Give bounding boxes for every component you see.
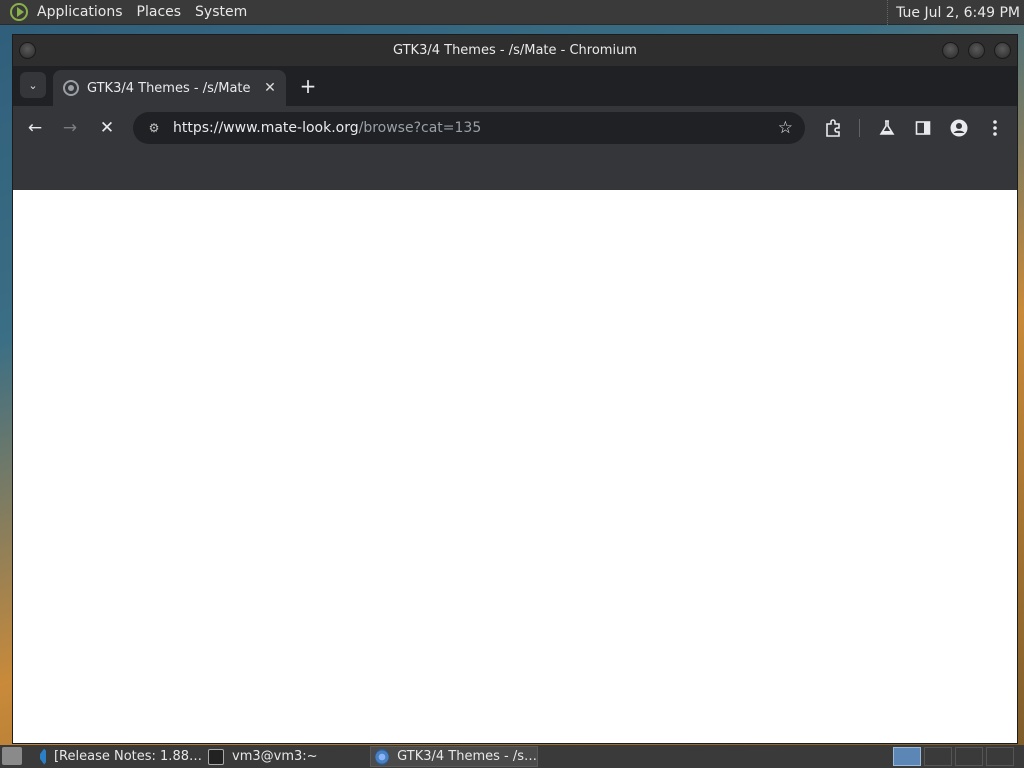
back-button[interactable]: ←: [23, 116, 47, 140]
workspace-1[interactable]: [893, 747, 921, 766]
labs-button[interactable]: [875, 116, 899, 140]
panel-menu: Applications Places System: [0, 0, 254, 24]
task-label: GTK3/4 Themes - /s…: [397, 749, 537, 764]
mate-menu-icon[interactable]: [10, 3, 28, 21]
clock[interactable]: Tue Jul 2, 6:49 PM: [887, 0, 1020, 25]
toolbar-separator: [859, 119, 860, 137]
applications-menu[interactable]: Applications: [30, 0, 130, 24]
taskbar-item-chromium[interactable]: GTK3/4 Themes - /s…: [370, 746, 538, 767]
tab-strip: ⌄ GTK3/4 Themes - /s/Mate ✕ +: [13, 66, 1017, 106]
minimize-button[interactable]: [942, 42, 959, 59]
bookmark-star-icon[interactable]: ☆: [778, 118, 793, 138]
taskbar-item-vscode[interactable]: [Release Notes: 1.88…: [36, 746, 202, 767]
bookmarks-bar: [13, 150, 1017, 190]
window-menu-button[interactable]: [19, 42, 36, 59]
site-info-icon[interactable]: ⚙: [143, 121, 165, 135]
address-bar[interactable]: ⚙ https://www.mate-look.org/browse?cat=1…: [133, 112, 805, 144]
vscode-icon: [40, 748, 46, 765]
page-content[interactable]: [13, 190, 1017, 743]
url-host: https://www.mate-look.org: [173, 120, 359, 136]
url-path: /browse?cat=135: [358, 120, 482, 136]
chromium-icon: [375, 748, 390, 765]
window-titlebar[interactable]: GTK3/4 Themes - /s/Mate - Chromium: [13, 35, 1017, 66]
browser-window: GTK3/4 Themes - /s/Mate - Chromium ⌄ GTK…: [12, 34, 1018, 744]
places-menu[interactable]: Places: [130, 0, 189, 24]
task-label: vm3@vm3:~: [232, 749, 318, 764]
system-menu[interactable]: System: [188, 0, 254, 24]
flask-icon: [879, 120, 895, 135]
top-panel: Applications Places System Tue Jul 2, 6:…: [0, 0, 1024, 25]
task-label: [Release Notes: 1.88…: [53, 749, 202, 764]
workspace-3[interactable]: [955, 747, 983, 766]
maximize-button[interactable]: [968, 42, 985, 59]
tab-active[interactable]: GTK3/4 Themes - /s/Mate ✕: [53, 70, 286, 106]
bottom-panel: [Release Notes: 1.88… vm3@vm3:~ GTK3/4 T…: [0, 745, 1024, 768]
forward-button[interactable]: →: [58, 116, 82, 140]
taskbar-item-terminal[interactable]: vm3@vm3:~: [204, 746, 366, 767]
side-panel-button[interactable]: [911, 116, 935, 140]
close-window-button[interactable]: [994, 42, 1011, 59]
tab-close-icon[interactable]: ✕: [260, 80, 280, 96]
extensions-button[interactable]: [821, 116, 845, 140]
window-title: GTK3/4 Themes - /s/Mate - Chromium: [393, 43, 637, 58]
profile-icon: [950, 119, 968, 137]
chevron-down-icon: ⌄: [28, 78, 38, 92]
profile-button[interactable]: [947, 116, 971, 140]
workspace-4[interactable]: [986, 747, 1014, 766]
new-tab-button[interactable]: +: [296, 74, 320, 98]
tab-search-button[interactable]: ⌄: [20, 72, 46, 98]
terminal-icon: [208, 748, 224, 765]
workspace-2[interactable]: [924, 747, 952, 766]
loading-favicon-icon: [63, 80, 79, 96]
side-panel-icon: [915, 121, 931, 135]
browser-toolbar: ← → ✕ ⚙ https://www.mate-look.org/browse…: [13, 106, 1017, 150]
url-text[interactable]: https://www.mate-look.org/browse?cat=135: [173, 120, 481, 136]
puzzle-icon: [826, 119, 840, 137]
menu-button[interactable]: [983, 116, 1007, 140]
tab-title: GTK3/4 Themes - /s/Mate: [87, 80, 251, 96]
show-desktop-icon[interactable]: [2, 747, 22, 765]
kebab-menu-icon: [993, 120, 997, 136]
stop-loading-button[interactable]: ✕: [95, 116, 119, 140]
